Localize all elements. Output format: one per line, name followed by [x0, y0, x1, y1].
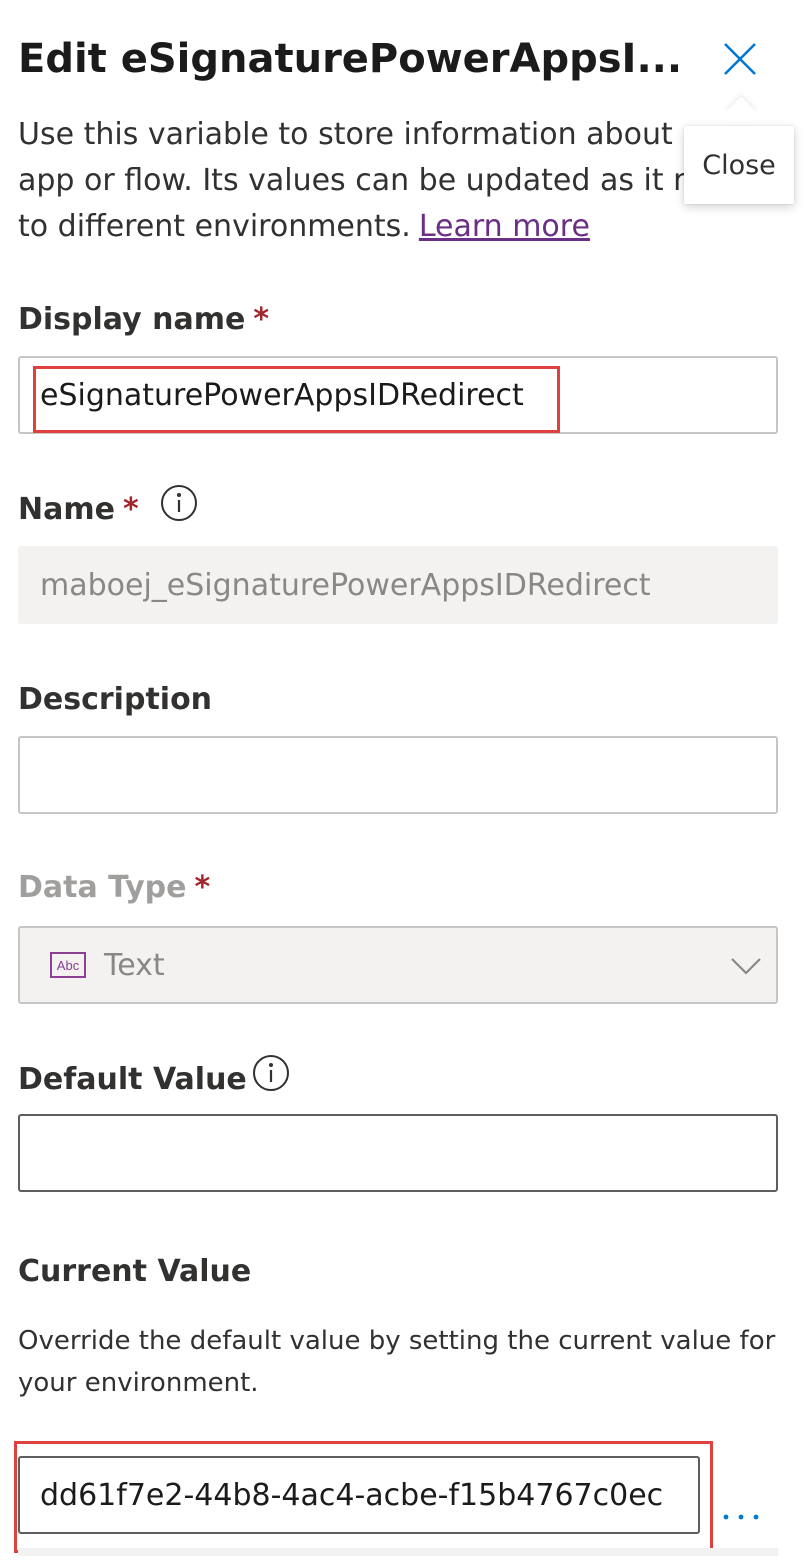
chevron-down-icon — [731, 958, 761, 975]
description-line-text: to different environments. — [18, 209, 411, 244]
description-line: app or flow. Its values can be updated a… — [18, 163, 686, 198]
name-label: Name * — [18, 492, 139, 527]
info-icon[interactable] — [252, 1054, 290, 1092]
required-marker: * — [122, 492, 139, 527]
description-label: Description — [18, 682, 213, 717]
required-marker: * — [253, 302, 270, 337]
help-line: your environment. — [18, 1368, 259, 1398]
panel-title: Edit eSignaturePowerAppsI... — [18, 36, 683, 82]
display-name-input[interactable]: eSignaturePowerAppsIDRedirect — [18, 356, 778, 434]
display-name-value: eSignaturePowerAppsIDRedirect — [40, 377, 524, 413]
default-value-input[interactable] — [18, 1114, 778, 1192]
help-line: Override the default value by setting th… — [18, 1326, 776, 1356]
learn-more-link[interactable]: Learn more — [419, 209, 590, 244]
close-button[interactable] — [712, 36, 768, 82]
data-type-label: Data Type * — [18, 870, 210, 905]
name-value: maboej_eSignaturePowerAppsIDRedirect — [40, 567, 651, 603]
default-value-label: Default Value — [18, 1062, 247, 1097]
display-name-label: Display name * — [18, 302, 269, 337]
info-icon[interactable] — [160, 484, 198, 522]
more-options-icon — [723, 1514, 759, 1520]
name-input: maboej_eSignaturePowerAppsIDRedirect — [18, 546, 778, 624]
required-marker: * — [194, 870, 211, 905]
panel-description: Use this variable to store information a… — [18, 112, 778, 250]
current-value-input[interactable]: dd61f7e2-44b8-4ac4-acbe-f15b4767c0ec — [18, 1456, 700, 1534]
close-tooltip: Close — [684, 126, 794, 204]
text-type-icon: Abc — [50, 952, 86, 978]
display-name-label-text: Display name — [18, 302, 246, 337]
current-value-label: Current Value — [18, 1254, 252, 1289]
close-icon — [724, 43, 756, 75]
name-label-text: Name — [18, 492, 115, 527]
description-line: Use this variable to store information a… — [18, 117, 673, 152]
more-options-button[interactable] — [716, 1492, 766, 1542]
description-input[interactable] — [18, 736, 778, 814]
data-type-label-text: Data Type — [18, 870, 187, 905]
bottom-divider — [18, 1548, 778, 1556]
current-value-value: dd61f7e2-44b8-4ac4-acbe-f15b4767c0ec — [40, 1477, 664, 1513]
data-type-value: Text — [104, 947, 165, 983]
close-tooltip-text: Close — [702, 150, 776, 181]
current-value-help: Override the default value by setting th… — [18, 1320, 788, 1404]
data-type-select: Abc Text — [18, 926, 778, 1004]
description-line: to different environments. Learn more — [18, 204, 778, 250]
